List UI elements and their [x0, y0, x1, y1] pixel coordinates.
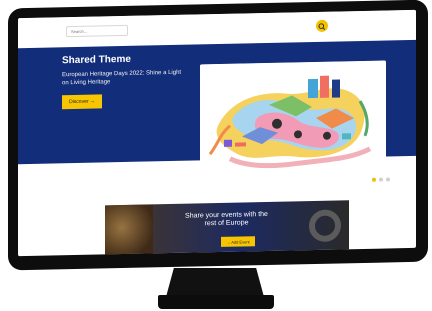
hero-title: Shared Theme: [62, 53, 131, 67]
festival-illustration-icon: [200, 60, 386, 177]
arrow-right-icon: →: [226, 239, 231, 245]
monitor-stand-base: [158, 295, 274, 309]
search-input[interactable]: [66, 24, 128, 38]
carousel-dot[interactable]: [379, 177, 383, 182]
add-event-button-label: Add Event: [231, 238, 250, 245]
discover-button[interactable]: Discover →: [62, 94, 102, 110]
monitor-stand-neck: [166, 268, 264, 297]
discover-button-label: Discover: [69, 98, 89, 106]
arrow-right-icon: →: [89, 98, 95, 105]
events-banner: Share your events with the rest of Europ…: [105, 200, 349, 257]
hero-illustration: [200, 60, 386, 177]
hero-banner: Shared Theme European Heritage Days 2022…: [18, 39, 416, 177]
search-icon: [318, 23, 326, 30]
add-event-button[interactable]: → Add Event: [221, 236, 255, 247]
search-button[interactable]: [316, 19, 328, 32]
carousel-dot[interactable]: [372, 177, 376, 182]
device-mockup: Shared Theme European Heritage Days 2022…: [0, 0, 432, 311]
monitor-frame: Shared Theme European Heritage Days 2022…: [8, 0, 428, 271]
website-screen: Shared Theme European Heritage Days 2022…: [18, 9, 416, 257]
hero-subtitle: European Heritage Days 2022: Shine a Lig…: [62, 69, 182, 87]
events-title: Share your events with the rest of Europ…: [185, 210, 268, 228]
carousel-dot[interactable]: [386, 177, 390, 182]
